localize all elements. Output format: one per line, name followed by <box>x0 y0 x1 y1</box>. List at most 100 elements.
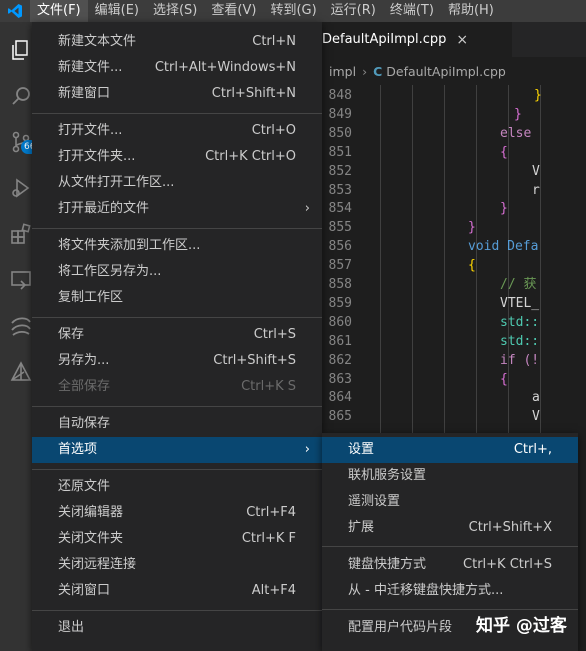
code-line: } <box>514 106 522 122</box>
code-line: { <box>500 144 508 160</box>
file-menu-item[interactable]: 关闭远程连接 <box>32 552 322 578</box>
file-menu-item[interactable]: 打开文件... Ctrl+O <box>32 118 322 144</box>
menu-item-label: 键盘快捷方式 <box>348 557 427 572</box>
preferences-menu-item[interactable]: 遥测设置 <box>322 489 578 515</box>
code-line: } <box>468 220 476 236</box>
code-line: std:: <box>500 314 540 330</box>
code-line: std:: <box>500 333 540 349</box>
code-line: r <box>532 182 540 198</box>
code-line: V <box>532 409 540 425</box>
code-line: { <box>468 258 476 274</box>
menu-item-shortcut: Alt+F4 <box>251 583 296 598</box>
menu-item-shortcut: Ctrl+Shift+X <box>468 520 552 535</box>
menu-separator <box>322 609 578 610</box>
code-line: a <box>532 390 540 406</box>
file-menu-item[interactable]: 另存为... Ctrl+Shift+S <box>32 348 322 374</box>
menu-item-shortcut: Ctrl+Alt+Windows+N <box>154 60 296 75</box>
file-menu-item[interactable]: 复制工作区 <box>32 285 322 311</box>
chevron-right-icon: › <box>304 201 310 216</box>
file-menu-item[interactable]: 关闭文件夹 Ctrl+K F <box>32 526 322 552</box>
menu-item-label: 扩展 <box>348 520 375 535</box>
cpp-file-icon: C <box>373 63 383 79</box>
menubar-item[interactable]: 选择(S) <box>146 0 204 22</box>
menu-item-shortcut: Ctrl+K S <box>241 379 296 394</box>
menu-separator <box>32 610 322 611</box>
tab-label: DefaultApiImpl.cpp <box>322 32 447 47</box>
file-menu-item[interactable]: 保存 Ctrl+S <box>32 322 322 348</box>
file-menu-item: 全部保存 Ctrl+K S <box>32 374 322 400</box>
menu-item-label: 全部保存 <box>58 379 111 394</box>
breadcrumb-separator: › <box>362 63 368 79</box>
menu-separator <box>32 406 322 407</box>
menubar-item[interactable]: 运行(R) <box>324 0 383 22</box>
menu-item-shortcut: Ctrl+S <box>253 327 296 342</box>
tab-default-api-impl[interactable]: DefaultApiImpl.cpp × <box>312 22 512 57</box>
file-menu-item[interactable]: 新建文本文件 Ctrl+N <box>32 29 322 55</box>
code-line: if (! <box>500 352 540 368</box>
file-menu-item[interactable]: 首选项 › <box>32 437 322 463</box>
menubar-item[interactable]: 编辑(E) <box>88 0 146 22</box>
menubar-item[interactable]: 文件(F) <box>30 0 88 22</box>
file-menu-item[interactable]: 将工作区另存为... <box>32 259 322 285</box>
close-icon[interactable]: × <box>456 32 468 48</box>
file-menu-item[interactable]: 将文件夹添加到工作区... <box>32 233 322 259</box>
preferences-menu-item[interactable]: 设置 Ctrl+, <box>322 437 578 463</box>
menubar-item[interactable]: 转到(G) <box>263 0 323 22</box>
menu-item-label: 新建文本文件 <box>58 34 137 49</box>
menu-separator <box>32 317 322 318</box>
menu-item-label: 关闭窗口 <box>58 583 111 598</box>
menu-item-label: 保存 <box>58 327 85 342</box>
menu-item-label: 退出 <box>58 620 85 635</box>
menubar-item[interactable]: 终端(T) <box>383 0 441 22</box>
menu-separator <box>32 113 322 114</box>
code-line: } <box>500 201 508 217</box>
code-line: VTEL_ <box>500 295 540 311</box>
preferences-menu-item[interactable]: 键盘快捷方式 Ctrl+K Ctrl+S <box>322 552 578 578</box>
file-menu-item[interactable]: 退出 <box>32 615 322 641</box>
file-menu-item[interactable]: 关闭编辑器 Ctrl+F4 <box>32 500 322 526</box>
file-menu-item[interactable]: 自动保存 <box>32 411 322 437</box>
code-line: { <box>500 371 508 387</box>
preferences-menu-item[interactable]: 扩展 Ctrl+Shift+X <box>322 515 578 541</box>
preferences-menu-item[interactable]: 从 - 中迁移键盘快捷方式... <box>322 578 578 604</box>
preferences-menu-item[interactable]: 联机服务设置 <box>322 463 578 489</box>
menu-item-shortcut: Ctrl+K F <box>241 531 296 546</box>
code-line: // 获 <box>500 277 537 292</box>
menu-item-label: 遥测设置 <box>348 494 401 509</box>
menu-item-label: 联机服务设置 <box>348 468 427 483</box>
file-menu-item[interactable]: 打开最近的文件 › <box>32 196 322 222</box>
menu-item-label: 自动保存 <box>58 416 111 431</box>
file-menu-item[interactable]: 还原文件 <box>32 474 322 500</box>
file-menu-item[interactable]: 打开文件夹... Ctrl+K Ctrl+O <box>32 144 322 170</box>
menu-item-label: 还原文件 <box>58 479 111 494</box>
menu-item-label: 打开文件... <box>58 123 123 138</box>
file-menu-item[interactable]: 新建窗口 Ctrl+Shift+N <box>32 81 322 107</box>
watermark: 知乎 @过客 <box>476 616 567 636</box>
code-line: } <box>534 88 542 103</box>
menu-separator <box>322 546 578 547</box>
menu-item-shortcut: Ctrl+N <box>252 34 296 49</box>
menu-item-label: 关闭编辑器 <box>58 505 124 520</box>
breadcrumb-folder-impl[interactable]: impl <box>329 64 356 79</box>
file-menu-item[interactable]: 从文件打开工作区... <box>32 170 322 196</box>
menu-item-label: 首选项 <box>58 442 98 457</box>
file-menu-item[interactable]: 关闭窗口 Alt+F4 <box>32 578 322 604</box>
menubar-item[interactable]: 帮助(H) <box>441 0 501 22</box>
menu-item-label: 关闭文件夹 <box>58 531 124 546</box>
menu-item-label: 关闭远程连接 <box>58 557 137 572</box>
menu-item-label: 新建文件... <box>58 60 123 75</box>
file-menu-item[interactable]: 新建文件... Ctrl+Alt+Windows+N <box>32 55 322 81</box>
breadcrumb-file[interactable]: DefaultApiImpl.cpp <box>386 64 506 79</box>
vscode-logo-icon <box>0 0 30 22</box>
menu-item-label: 打开文件夹... <box>58 149 136 164</box>
menu-item-shortcut: Ctrl+O <box>251 123 296 138</box>
menubar-item[interactable]: 查看(V) <box>204 0 263 22</box>
menu-item-label: 设置 <box>348 442 375 457</box>
menu-separator <box>32 228 322 229</box>
chevron-right-icon: › <box>304 442 310 457</box>
menu-item-shortcut: Ctrl+, <box>513 442 552 457</box>
menu-item-label: 新建窗口 <box>58 86 111 101</box>
menu-item-label: 从 - 中迁移键盘快捷方式... <box>348 583 504 598</box>
menu-item-label: 另存为... <box>58 353 110 368</box>
code-line: else <box>500 125 532 141</box>
